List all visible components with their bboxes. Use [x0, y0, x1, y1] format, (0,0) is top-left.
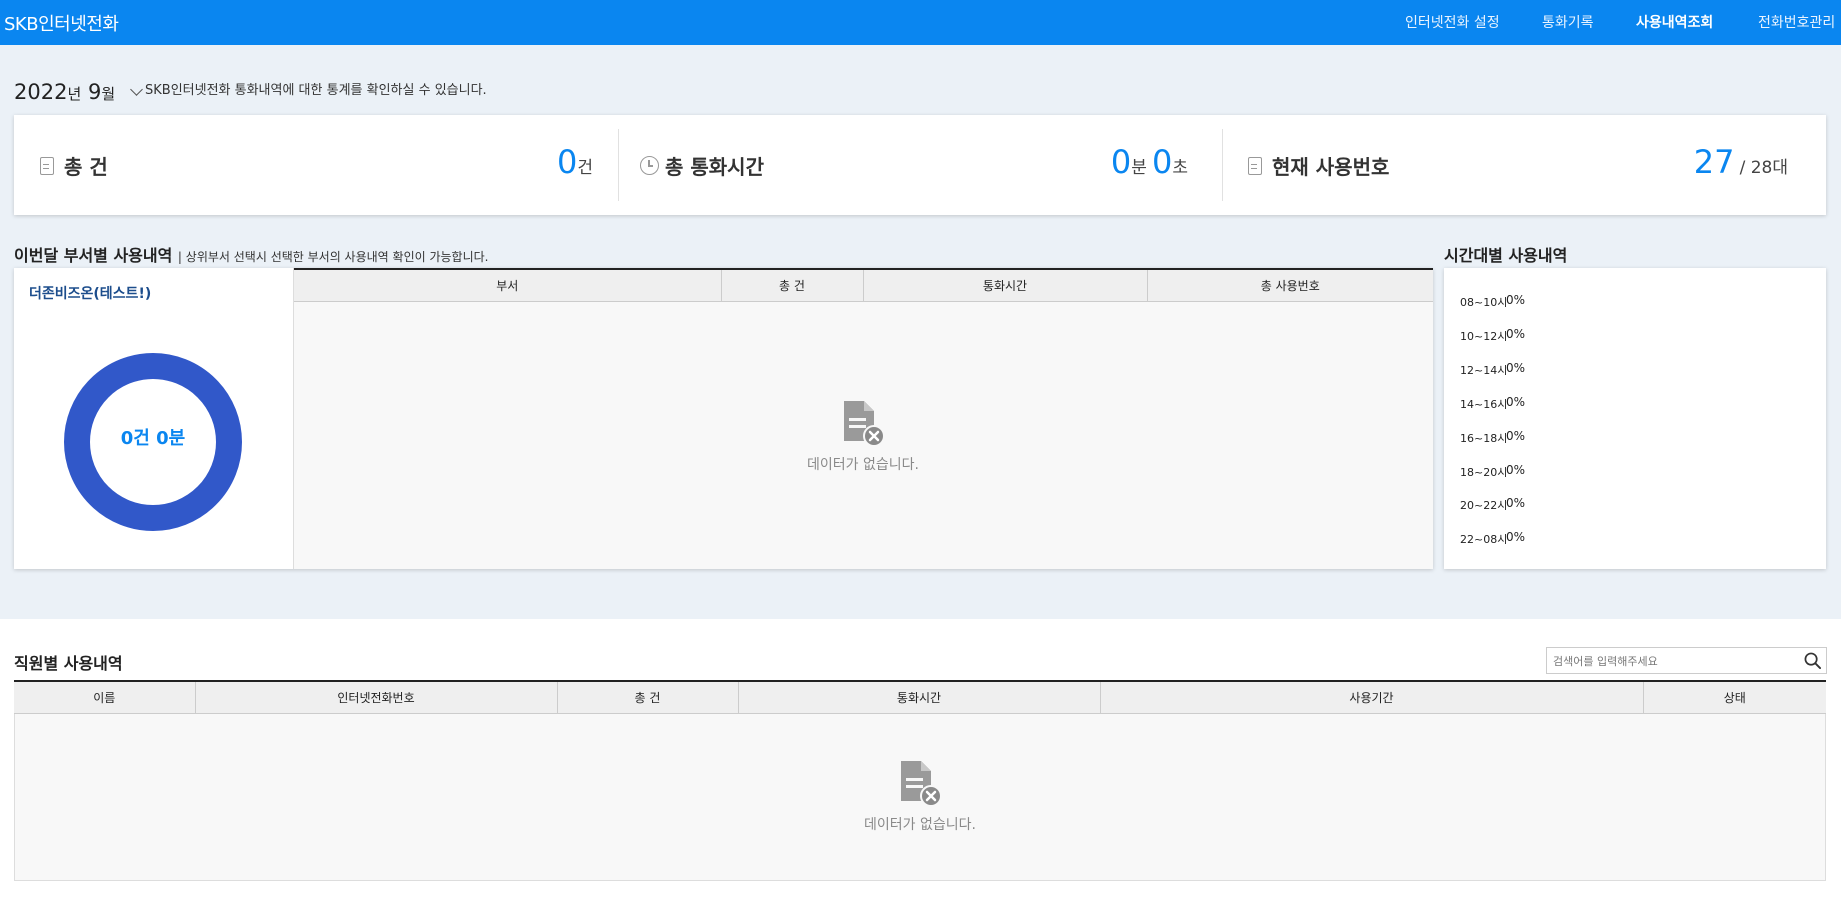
empty-text: 데이터가 없습니다. — [807, 457, 919, 473]
dept-table-header: 부서 총 건 통화시간 총 사용번호 — [294, 268, 1433, 302]
stat-current-numbers-label: 현재 사용번호 — [1272, 155, 1390, 179]
stat-total-time-label: 총 통화시간 — [665, 155, 764, 179]
time-row: 22~08시 0% — [1460, 530, 1526, 546]
time-row: 12~14시 0% — [1460, 361, 1526, 377]
stat-seconds-value: 0 — [1152, 143, 1173, 181]
top-navigation-bar: SKB인터넷전화 인터넷전화 설정 통화기록 사용내역조회 전화번호관리 — [0, 0, 1841, 45]
no-data-icon — [901, 761, 942, 807]
time-row: 10~12시 0% — [1460, 327, 1526, 343]
stat-seconds-unit: 초 — [1172, 158, 1188, 178]
col-usage-period[interactable]: 사용기간 — [1100, 681, 1644, 714]
dept-usage-panel: 더존비즈온(테스트!) 0건 0분 부서 총 건 통화시간 총 사용번호 데이터… — [14, 268, 1433, 569]
staff-table-body: 데이터가 없습니다. — [14, 714, 1826, 881]
no-data-icon — [844, 401, 885, 447]
nav-call-history[interactable]: 통화기록 — [1542, 12, 1594, 32]
time-row: 08~10시 0% — [1460, 293, 1526, 309]
empty-text: 데이터가 없습니다. — [864, 817, 976, 833]
time-section-title: 시간대별 사용내역 — [1444, 246, 1568, 265]
document-icon — [40, 156, 54, 175]
document-icon — [1248, 156, 1262, 175]
col-status[interactable]: 상태 — [1643, 681, 1826, 714]
staff-table-header: 이름 인터넷전화번호 총 건 통화시간 사용기간 상태 — [14, 680, 1826, 714]
month-value: 9 — [87, 80, 102, 104]
staff-section-title: 직원별 사용내역 — [14, 654, 123, 673]
stat-total-time: 총 통화시간 0분 0초 — [618, 115, 1222, 215]
empty-state: 데이터가 없습니다. — [820, 758, 1020, 834]
search-icon[interactable] — [1804, 652, 1821, 669]
time-usage-panel: 08~10시 0% 10~12시 0% 12~14시 0% 14~16시 0% 16~1… — [1444, 268, 1826, 569]
col-phone-number[interactable]: 인터넷전화번호 — [195, 681, 558, 714]
col-total-calls[interactable]: 총 건 — [721, 269, 864, 302]
nav-usage-history[interactable]: 사용내역조회 — [1636, 12, 1713, 32]
empty-state: 데이터가 없습니다. — [763, 398, 963, 474]
dept-name[interactable]: 더존비즈온(테스트!) — [29, 283, 151, 303]
nav-phone-number-management[interactable]: 전화번호관리 — [1758, 12, 1835, 32]
donut-center-label: 0건 0분 — [120, 428, 186, 449]
year-unit: 년 — [67, 85, 82, 103]
brand-logo[interactable]: SKB인터넷전화 — [4, 10, 119, 36]
summary-card: 총 건 0건 총 통화시간 0분 0초 현재 사용번호 27 / 28대 — [14, 115, 1826, 215]
col-call-time[interactable]: 통화시간 — [863, 269, 1148, 302]
month-unit: 월 — [101, 85, 116, 103]
stat-minutes-value: 0 — [1110, 143, 1132, 181]
search-input[interactable] — [1553, 652, 1793, 670]
col-total-calls[interactable]: 총 건 — [557, 681, 739, 714]
time-row: 14~16시 0% — [1460, 395, 1526, 411]
stat-current-numbers: 현재 사용번호 27 / 28대 — [1222, 115, 1826, 215]
col-total-numbers[interactable]: 총 사용번호 — [1147, 269, 1433, 302]
col-call-time[interactable]: 통화시간 — [738, 681, 1101, 714]
time-row: 20~22시 0% — [1460, 496, 1526, 512]
period-description: SKB인터넷전화 통화내역에 대한 통계를 확인하실 수 있습니다. — [145, 83, 487, 98]
col-dept[interactable]: 부서 — [294, 269, 722, 302]
stat-total-calls: 총 건 0건 — [14, 115, 618, 215]
time-row: 18~20시 0% — [1460, 463, 1526, 479]
time-row: 16~18시 0% — [1460, 429, 1526, 445]
stat-total-calls-unit: 건 — [577, 158, 593, 178]
stat-current-numbers-value: 27 — [1693, 143, 1735, 181]
nav-internet-phone-settings[interactable]: 인터넷전화 설정 — [1405, 12, 1500, 32]
month-selector[interactable]: 2022년 9월 — [14, 80, 143, 104]
clock-icon — [640, 156, 659, 175]
search-box — [1546, 647, 1827, 674]
dept-section-title: 이번달 부서별 사용내역 | 상위부서 선택시 선택한 부서의 사용내역 확인이… — [14, 246, 489, 265]
col-name[interactable]: 이름 — [14, 681, 196, 714]
stat-current-numbers-total: / 28대 — [1739, 158, 1788, 178]
year-value: 2022 — [14, 80, 68, 104]
dept-table-body: 데이터가 없습니다. — [294, 302, 1433, 569]
dept-section-subtitle: | 상위부서 선택시 선택한 부서의 사용내역 확인이 가능합니다. — [177, 250, 489, 264]
stat-total-calls-value: 0 — [557, 143, 578, 181]
dept-chart-area: 더존비즈온(테스트!) 0건 0분 — [14, 268, 294, 569]
stat-minutes-unit: 분 — [1131, 158, 1147, 178]
stat-total-calls-label: 총 건 — [64, 155, 108, 179]
chevron-down-icon[interactable] — [129, 83, 143, 96]
